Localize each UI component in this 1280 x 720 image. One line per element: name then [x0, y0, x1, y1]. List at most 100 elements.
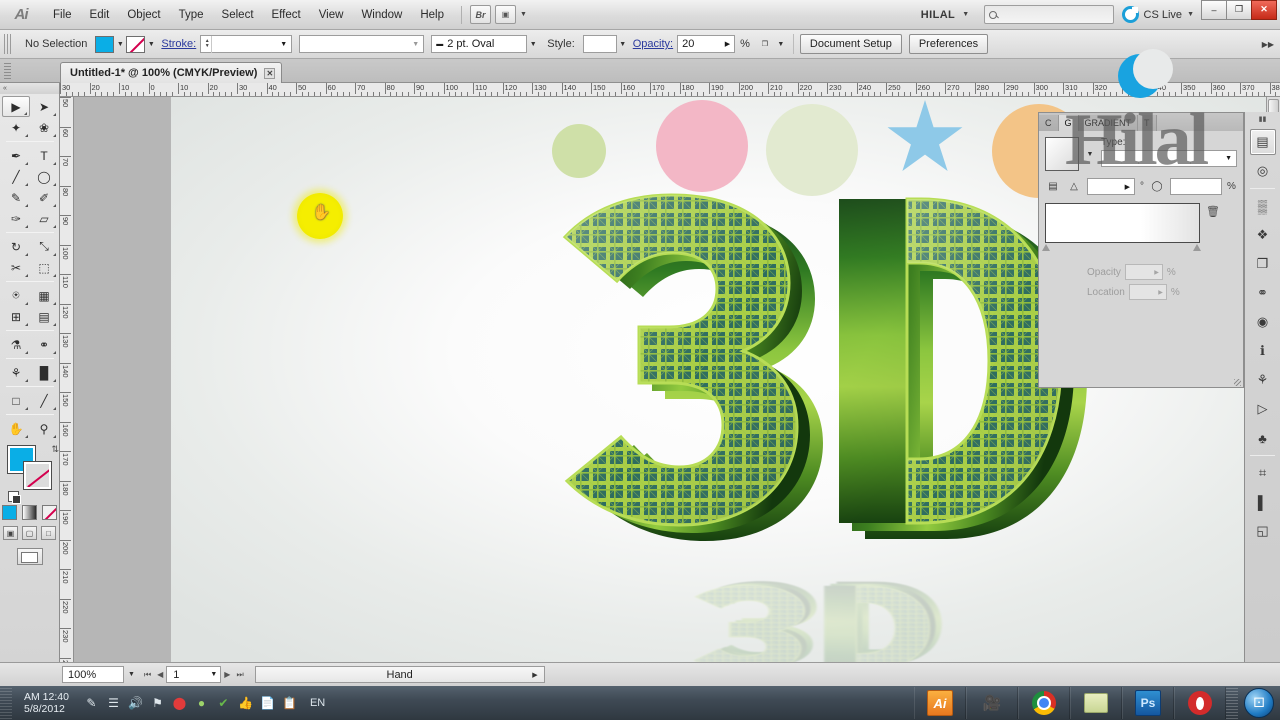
- gradient-stop[interactable]: [1042, 244, 1050, 251]
- first-artboard-button[interactable]: ⏮: [141, 670, 154, 680]
- tool-flyout-icon[interactable]: [25, 274, 28, 277]
- tool-flyout-icon[interactable]: [53, 162, 56, 165]
- stepper-icon[interactable]: ▲▼: [203, 36, 212, 53]
- panel-tab-transparency[interactable]: T: [1138, 115, 1157, 131]
- artwork-3d-text[interactable]: [521, 175, 1101, 555]
- tool-flyout-icon[interactable]: [25, 407, 28, 410]
- fill-color-swatch[interactable]: [95, 36, 114, 53]
- stroke-label[interactable]: Stroke:: [157, 38, 200, 50]
- ellipse-tool[interactable]: ◯: [30, 166, 58, 187]
- chevron-down-icon[interactable]: ▼: [520, 11, 527, 18]
- taskbar-illustrator[interactable]: Ai: [914, 687, 966, 719]
- swap-fill-stroke-icon[interactable]: ⇅: [51, 444, 59, 455]
- menu-file[interactable]: File: [44, 4, 81, 26]
- transparency-panel-icon[interactable]: ◎: [1250, 158, 1276, 184]
- chevron-down-icon[interactable]: ▼: [128, 671, 135, 678]
- swatches-panel-icon[interactable]: ▒: [1250, 193, 1276, 219]
- workspace-switcher[interactable]: HILAL ▼: [915, 9, 976, 21]
- pen-tool[interactable]: ✒: [2, 145, 30, 166]
- zoom-tool[interactable]: ⚲: [30, 418, 58, 439]
- tool-flyout-icon[interactable]: [53, 183, 56, 186]
- network-icon[interactable]: ☰: [104, 694, 123, 713]
- tool-flyout-icon[interactable]: [53, 225, 56, 228]
- gradient-button[interactable]: [22, 505, 37, 520]
- tool-flyout-icon[interactable]: [53, 323, 56, 326]
- pathfinder-panel-icon[interactable]: ◱: [1250, 518, 1276, 544]
- pencil-tool[interactable]: ✐: [30, 187, 58, 208]
- trash-icon[interactable]: 🗑: [1206, 205, 1220, 218]
- tool-flyout-icon[interactable]: [25, 435, 28, 438]
- tool-flyout-icon[interactable]: [53, 351, 56, 354]
- menu-select[interactable]: Select: [213, 4, 263, 26]
- volume-icon[interactable]: 🔊: [126, 694, 145, 713]
- paintbrush-tool[interactable]: ✎: [2, 187, 30, 208]
- horizontal-ruler[interactable]: 3020100102030405060708090100110120130140…: [60, 83, 1280, 97]
- menu-object[interactable]: Object: [118, 4, 169, 26]
- show-desktop-button[interactable]: [1226, 687, 1238, 719]
- rotate-tool[interactable]: ↻: [2, 236, 30, 257]
- taskbar-opera[interactable]: [1174, 687, 1226, 719]
- gradient-stop[interactable]: [1193, 244, 1201, 251]
- width-tool[interactable]: ✂: [2, 257, 30, 278]
- panel-resize-grip[interactable]: [1234, 379, 1241, 386]
- current-tool-indicator[interactable]: Hand: [255, 666, 545, 683]
- chevron-down-icon[interactable]: ▼: [280, 41, 287, 48]
- blend-tool[interactable]: ⚭: [30, 334, 58, 355]
- minimize-button[interactable]: –: [1201, 0, 1227, 20]
- line-segment-tool[interactable]: ╱: [2, 166, 30, 187]
- gradient-tool[interactable]: ▤: [30, 306, 58, 327]
- align-panel-icon[interactable]: ⌗: [1250, 460, 1276, 486]
- mesh-tool[interactable]: ⊞: [2, 306, 30, 327]
- stroke-swatch[interactable]: [24, 462, 51, 489]
- taskbar-recorder[interactable]: 🎥: [966, 687, 1018, 719]
- preferences-button[interactable]: Preferences: [909, 34, 988, 54]
- panel-tab-gradient-title[interactable]: GRADIENT: [1079, 115, 1139, 131]
- tool-flyout-icon[interactable]: [53, 379, 56, 382]
- menu-window[interactable]: Window: [352, 4, 411, 26]
- brush-definition-select[interactable]: ▬ 2 pt. Oval: [431, 35, 527, 53]
- variable-width-profile-select[interactable]: ▼: [299, 35, 424, 53]
- chevron-down-icon[interactable]: ▼: [527, 36, 539, 53]
- shield-icon[interactable]: ✔: [214, 694, 233, 713]
- previous-artboard-button[interactable]: ◀: [154, 670, 166, 679]
- taskbar-grip[interactable]: [0, 687, 12, 719]
- chevron-down-icon[interactable]: ▼: [114, 36, 126, 53]
- layers-panel-icon[interactable]: ❖: [1250, 222, 1276, 248]
- tool-flyout-icon[interactable]: [53, 274, 56, 277]
- change-screen-mode-icon[interactable]: [17, 548, 43, 565]
- gradient-angle-input[interactable]: ▶: [1087, 178, 1135, 195]
- taskbar-photoshop[interactable]: Ps: [1122, 687, 1174, 719]
- direct-selection-tool[interactable]: ➤: [30, 96, 58, 117]
- toolbox-grip[interactable]: «: [0, 83, 59, 94]
- tool-flyout-icon[interactable]: [53, 113, 56, 116]
- circle-green-small[interactable]: [552, 124, 606, 178]
- menu-edit[interactable]: Edit: [81, 4, 119, 26]
- tool-flyout-icon[interactable]: [25, 323, 28, 326]
- tool-flyout-icon[interactable]: [25, 134, 28, 137]
- chevron-down-icon[interactable]: ▼: [1085, 137, 1095, 171]
- eyedropper-tool[interactable]: ⚗: [2, 334, 30, 355]
- artboards-panel-icon[interactable]: ❐: [1250, 251, 1276, 277]
- none-button[interactable]: [42, 505, 57, 520]
- tool-flyout-icon[interactable]: [53, 302, 56, 305]
- tool-flyout-icon[interactable]: [53, 253, 56, 256]
- antivirus-icon[interactable]: ●: [192, 694, 211, 713]
- notes-icon[interactable]: 📋: [280, 694, 299, 713]
- tool-flyout-icon[interactable]: [53, 407, 56, 410]
- tool-flyout-icon[interactable]: [25, 351, 28, 354]
- tool-flyout-icon[interactable]: [24, 112, 27, 115]
- star-blue[interactable]: [886, 100, 964, 178]
- icon-rail-grip[interactable]: ▮▮: [1245, 112, 1280, 126]
- tool-flyout-icon[interactable]: [25, 253, 28, 256]
- arrange-documents-icon[interactable]: ▣: [495, 5, 516, 24]
- document-setup-button[interactable]: Document Setup: [800, 34, 902, 54]
- type-tool[interactable]: T: [30, 145, 58, 166]
- opacity-input[interactable]: 20 ▶: [677, 35, 735, 53]
- brushes-panel-icon[interactable]: ⚘: [1250, 367, 1276, 393]
- transparency-thumbnail[interactable]: ❒: [755, 36, 775, 53]
- flag-icon[interactable]: ⚑: [148, 694, 167, 713]
- graphic-style-swatch[interactable]: [583, 35, 617, 53]
- stroke-weight-input[interactable]: ▲▼ ▼: [200, 35, 292, 53]
- cs-live-button[interactable]: CS Live ▼: [1122, 6, 1194, 23]
- taskbar-clock[interactable]: AM 12:40 5/8/2012: [20, 691, 79, 715]
